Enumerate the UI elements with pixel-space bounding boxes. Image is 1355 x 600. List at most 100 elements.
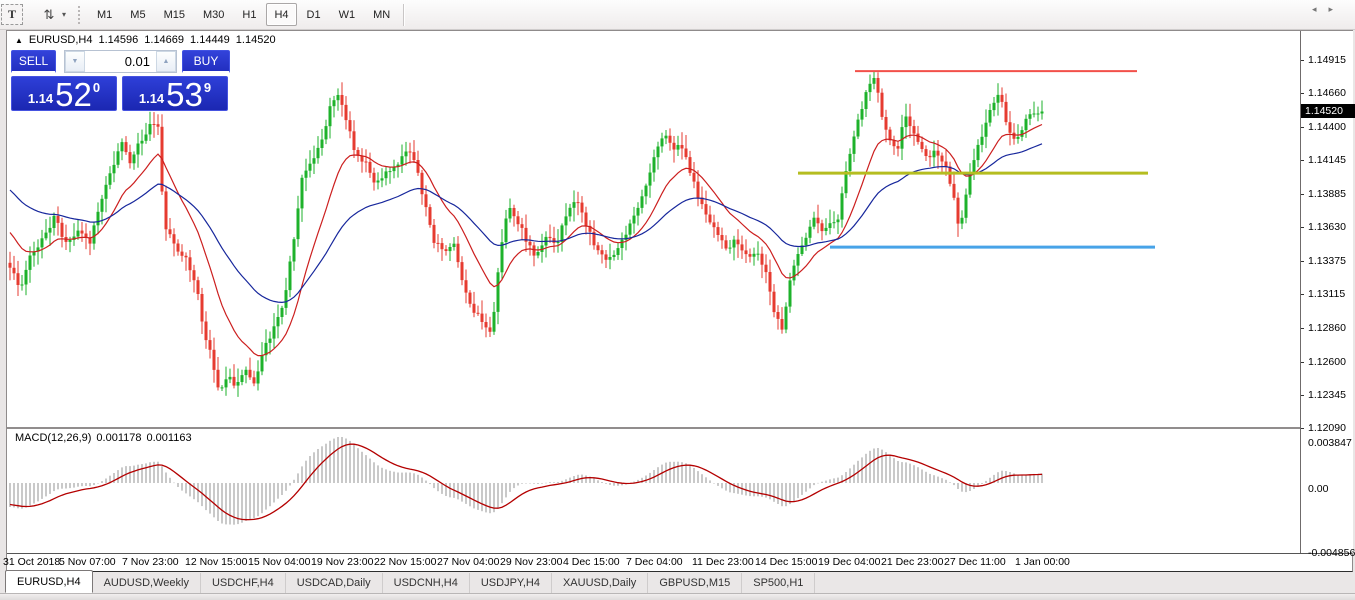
- buy-price-big: 53: [166, 81, 203, 108]
- macd-axis-label-zero: 0.00: [1308, 483, 1328, 495]
- mt4-terminal: T ⇅ ▾ M1M5M15M30H1H4D1W1MN ▲ EURUSD,H4 1…: [0, 0, 1355, 600]
- chart-tab-usdchf[interactable]: USDCHF,H4: [201, 573, 286, 593]
- ohlc-high: 1.14669: [144, 34, 184, 46]
- chart-tab-xauusd[interactable]: XAUUSD,Daily: [552, 573, 648, 593]
- time-axis-label: 15 Nov 04:00: [248, 556, 310, 568]
- sort-arrows-icon[interactable]: ⇅: [39, 5, 59, 25]
- time-axis-label: 27 Nov 04:00: [437, 556, 499, 568]
- price-tick-label: 1.14660: [1308, 87, 1346, 99]
- timeframe-button-m1[interactable]: M1: [89, 3, 120, 26]
- macd-canvas[interactable]: [8, 429, 1300, 553]
- macd-value-main: 0.001178: [96, 432, 141, 444]
- timeframe-button-mn[interactable]: MN: [365, 3, 398, 26]
- macd-name: MACD(12,26,9): [15, 432, 91, 444]
- chart-tab-eurusd[interactable]: EURUSD,H4: [5, 570, 93, 593]
- time-axis-label: 31 Oct 2018: [3, 556, 60, 568]
- buy-price-base: 1.14: [139, 92, 164, 105]
- price-tick-label: 1.12090: [1308, 422, 1346, 434]
- time-axis-label: 11 Dec 23:00: [692, 556, 754, 568]
- price-tick-mark: [1301, 194, 1304, 195]
- buy-price-sup: 9: [204, 81, 211, 94]
- time-axis[interactable]: 31 Oct 20185 Nov 07:007 Nov 23:0012 Nov …: [7, 554, 1352, 571]
- timeframe-button-m5[interactable]: M5: [122, 3, 153, 26]
- timeframe-buttons: M1M5M15M30H1H4D1W1MN: [88, 3, 399, 26]
- ohlc-open: 1.14596: [99, 34, 139, 46]
- price-tick-label: 1.14145: [1308, 154, 1346, 166]
- time-axis-label: 27 Dec 11:00: [944, 556, 1006, 568]
- price-tick-mark: [1301, 60, 1304, 61]
- chart-tab-bar: EURUSD,H4AUDUSD,WeeklyUSDCHF,H4USDCAD,Da…: [0, 572, 1355, 593]
- buy-price-display[interactable]: 1.14 53 9: [122, 76, 228, 111]
- price-tick-mark: [1301, 160, 1304, 161]
- sell-price-display[interactable]: 1.14 52 0: [11, 76, 117, 111]
- timeframe-button-m30[interactable]: M30: [195, 3, 232, 26]
- price-tick-label: 1.14400: [1308, 121, 1346, 133]
- one-click-trading-panel: SELL ▼ 0.01 ▲ BUY 1.14 52 0 1.14 53 9: [11, 50, 230, 111]
- sell-price-sup: 0: [93, 81, 100, 94]
- time-axis-label: 7 Nov 23:00: [122, 556, 179, 568]
- price-tick-mark: [1301, 362, 1304, 363]
- price-tick-mark: [1301, 395, 1304, 396]
- volume-decrease-button[interactable]: ▼: [65, 51, 85, 72]
- time-axis-label: 29 Nov 23:00: [500, 556, 562, 568]
- time-axis-label: 12 Nov 15:00: [185, 556, 247, 568]
- timeframe-button-m15[interactable]: M15: [156, 3, 193, 26]
- toolbar-drag-handle[interactable]: [77, 5, 82, 25]
- macd-label: MACD(12,26,9) 0.001178 0.001163: [15, 432, 192, 444]
- tab-scroll-left-icon[interactable]: ◂: [1312, 4, 1329, 14]
- chevron-down-icon[interactable]: ▾: [62, 10, 66, 19]
- volume-field[interactable]: 0.01: [85, 51, 156, 72]
- price-axis[interactable]: 1.149151.146601.144001.141451.138851.136…: [1300, 31, 1353, 553]
- time-axis-label: 19 Dec 04:00: [818, 556, 880, 568]
- price-tick-label: 1.12600: [1308, 356, 1346, 368]
- tab-scroll-right-icon[interactable]: ▸: [1328, 4, 1345, 14]
- time-axis-label: 19 Nov 23:00: [311, 556, 373, 568]
- time-axis-label: 22 Nov 15:00: [374, 556, 436, 568]
- macd-axis-label-top: 0.003847: [1308, 437, 1352, 449]
- price-tick-mark: [1301, 227, 1304, 228]
- toolbar-separator: [403, 4, 404, 26]
- sell-price-big: 52: [55, 81, 92, 108]
- price-tick-mark: [1301, 261, 1304, 262]
- timeframe-button-h1[interactable]: H1: [234, 3, 264, 26]
- text-tool-icon[interactable]: T: [1, 4, 23, 25]
- price-tick-label: 1.12860: [1308, 322, 1346, 334]
- chart-tab-audusd[interactable]: AUDUSD,Weekly: [93, 573, 201, 593]
- chart-window: ▲ EURUSD,H4 1.14596 1.14669 1.14449 1.14…: [6, 30, 1353, 572]
- timeframe-button-w1[interactable]: W1: [331, 3, 364, 26]
- tab-scroll-arrows: ◂▸: [1312, 4, 1345, 15]
- price-tick-mark: [1301, 328, 1304, 329]
- ohlc-close: 1.14520: [236, 34, 276, 46]
- price-tick-label: 1.13630: [1308, 221, 1346, 233]
- buy-button[interactable]: BUY: [182, 50, 230, 73]
- chart-tab-gbpusd[interactable]: GBPUSD,M15: [648, 573, 742, 593]
- time-axis-label: 5 Nov 07:00: [59, 556, 116, 568]
- sell-price-base: 1.14: [28, 92, 53, 105]
- macd-axis-label-bottom: -0.004856: [1308, 547, 1355, 559]
- timeframe-toolbar: T ⇅ ▾ M1M5M15M30H1H4D1W1MN: [0, 0, 1355, 30]
- chart-tab-usdjpy[interactable]: USDJPY,H4: [470, 573, 552, 593]
- chart-tab-usdcnh[interactable]: USDCNH,H4: [383, 573, 470, 593]
- time-axis-label: 1 Jan 00:00: [1015, 556, 1070, 568]
- time-axis-label: 4 Dec 15:00: [563, 556, 620, 568]
- sell-button[interactable]: SELL: [11, 50, 56, 73]
- price-tick-mark: [1301, 294, 1304, 295]
- status-strip: [0, 593, 1355, 600]
- collapse-panel-icon[interactable]: ▲: [15, 36, 23, 45]
- price-tick-mark: [1301, 428, 1304, 429]
- price-tick-label: 1.13375: [1308, 255, 1346, 267]
- timeframe-button-d1[interactable]: D1: [299, 3, 329, 26]
- time-axis-label: 21 Dec 23:00: [881, 556, 943, 568]
- ohlc-low: 1.14449: [190, 34, 230, 46]
- price-tick-label: 1.12345: [1308, 389, 1346, 401]
- price-tick-mark: [1301, 93, 1304, 94]
- chart-tab-sp500[interactable]: SP500,H1: [742, 573, 815, 593]
- time-axis-label: 7 Dec 04:00: [626, 556, 683, 568]
- volume-increase-button[interactable]: ▲: [156, 51, 176, 72]
- price-tick-label: 1.13885: [1308, 188, 1346, 200]
- chart-title: ▲ EURUSD,H4 1.14596 1.14669 1.14449 1.14…: [15, 34, 276, 46]
- price-tick-label: 1.13115: [1308, 288, 1345, 300]
- timeframe-button-h4[interactable]: H4: [266, 3, 296, 26]
- chart-tab-usdcad[interactable]: USDCAD,Daily: [286, 573, 383, 593]
- price-tick-mark: [1301, 127, 1304, 128]
